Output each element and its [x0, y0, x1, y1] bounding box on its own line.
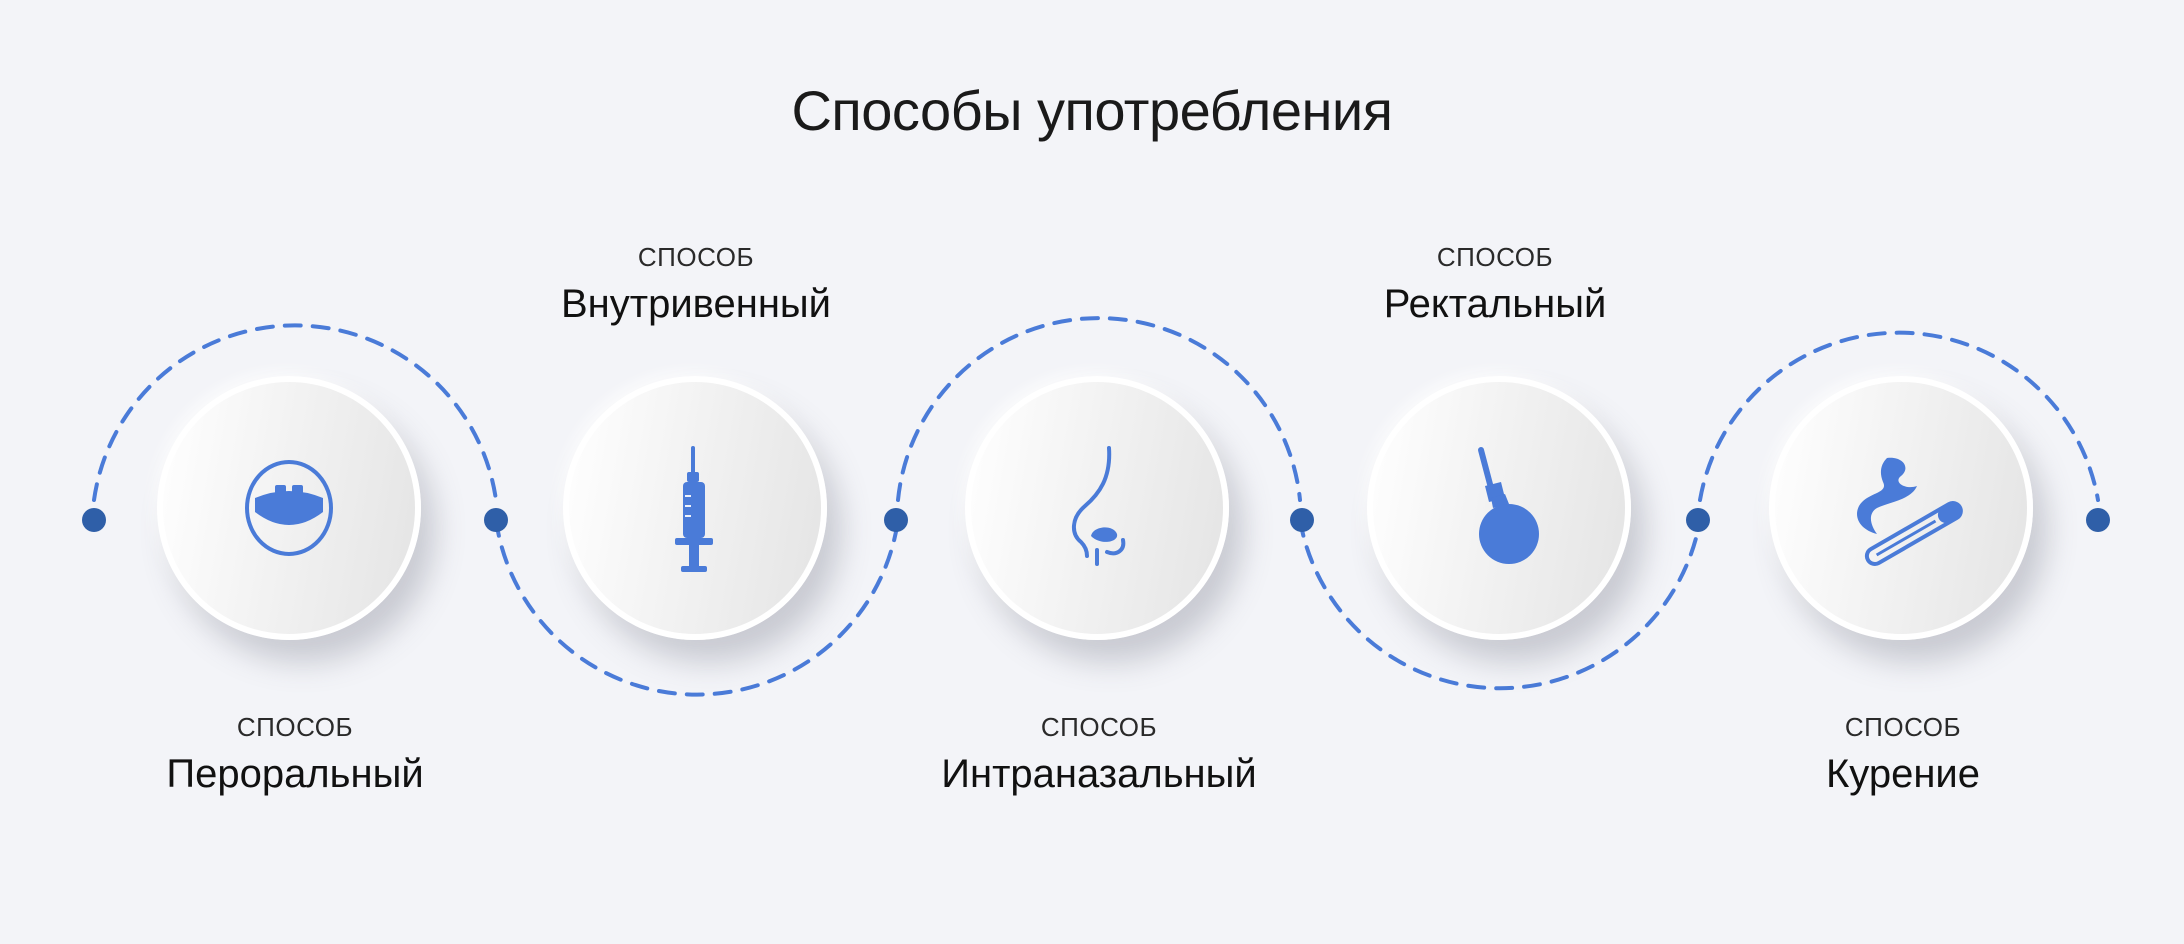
connector-node: [2086, 508, 2110, 532]
enema-bulb-icon: [1478, 447, 1539, 564]
step-circle-intranasal: [965, 376, 1229, 640]
mouth-icon: [245, 460, 333, 556]
step-circle-rectal: [1367, 376, 1631, 640]
syringe-icon: [675, 446, 713, 572]
caption-kicker: СПОСОБ: [1436, 242, 1554, 272]
connector-node: [884, 508, 908, 532]
caption-intranasal: СПОСОБ Интраназальный: [889, 712, 1309, 800]
caption-kicker: СПОСОБ: [1844, 712, 1962, 742]
caption-name: Интраназальный: [941, 752, 1257, 796]
connector-node: [1290, 508, 1314, 532]
caption-name: Внутривенный: [561, 282, 831, 326]
nose-icon: [1072, 446, 1126, 566]
step-circle-oral: [157, 376, 421, 640]
connector-node: [82, 508, 106, 532]
caption-name: Пероральный: [166, 752, 424, 796]
caption-kicker: СПОСОБ: [1040, 712, 1158, 742]
step-circle-smoking: [1769, 376, 2033, 640]
caption-name: Ректальный: [1383, 282, 1607, 326]
caption-kicker: СПОСОБ: [637, 242, 755, 272]
cigarette-icon: [1857, 457, 1963, 566]
caption-name: Курение: [1825, 752, 1981, 796]
connector-node: [484, 508, 508, 532]
caption-kicker: СПОСОБ: [236, 712, 354, 742]
caption-rectal: СПОСОБ Ректальный: [1285, 242, 1705, 330]
step-circle-intravenous: [563, 376, 827, 640]
caption-intravenous: СПОСОБ Внутривенный: [486, 242, 906, 330]
caption-smoking: СПОСОБ Курение: [1693, 712, 2113, 800]
connector-node: [1686, 508, 1710, 532]
caption-oral: СПОСОБ Пероральный: [85, 712, 505, 800]
